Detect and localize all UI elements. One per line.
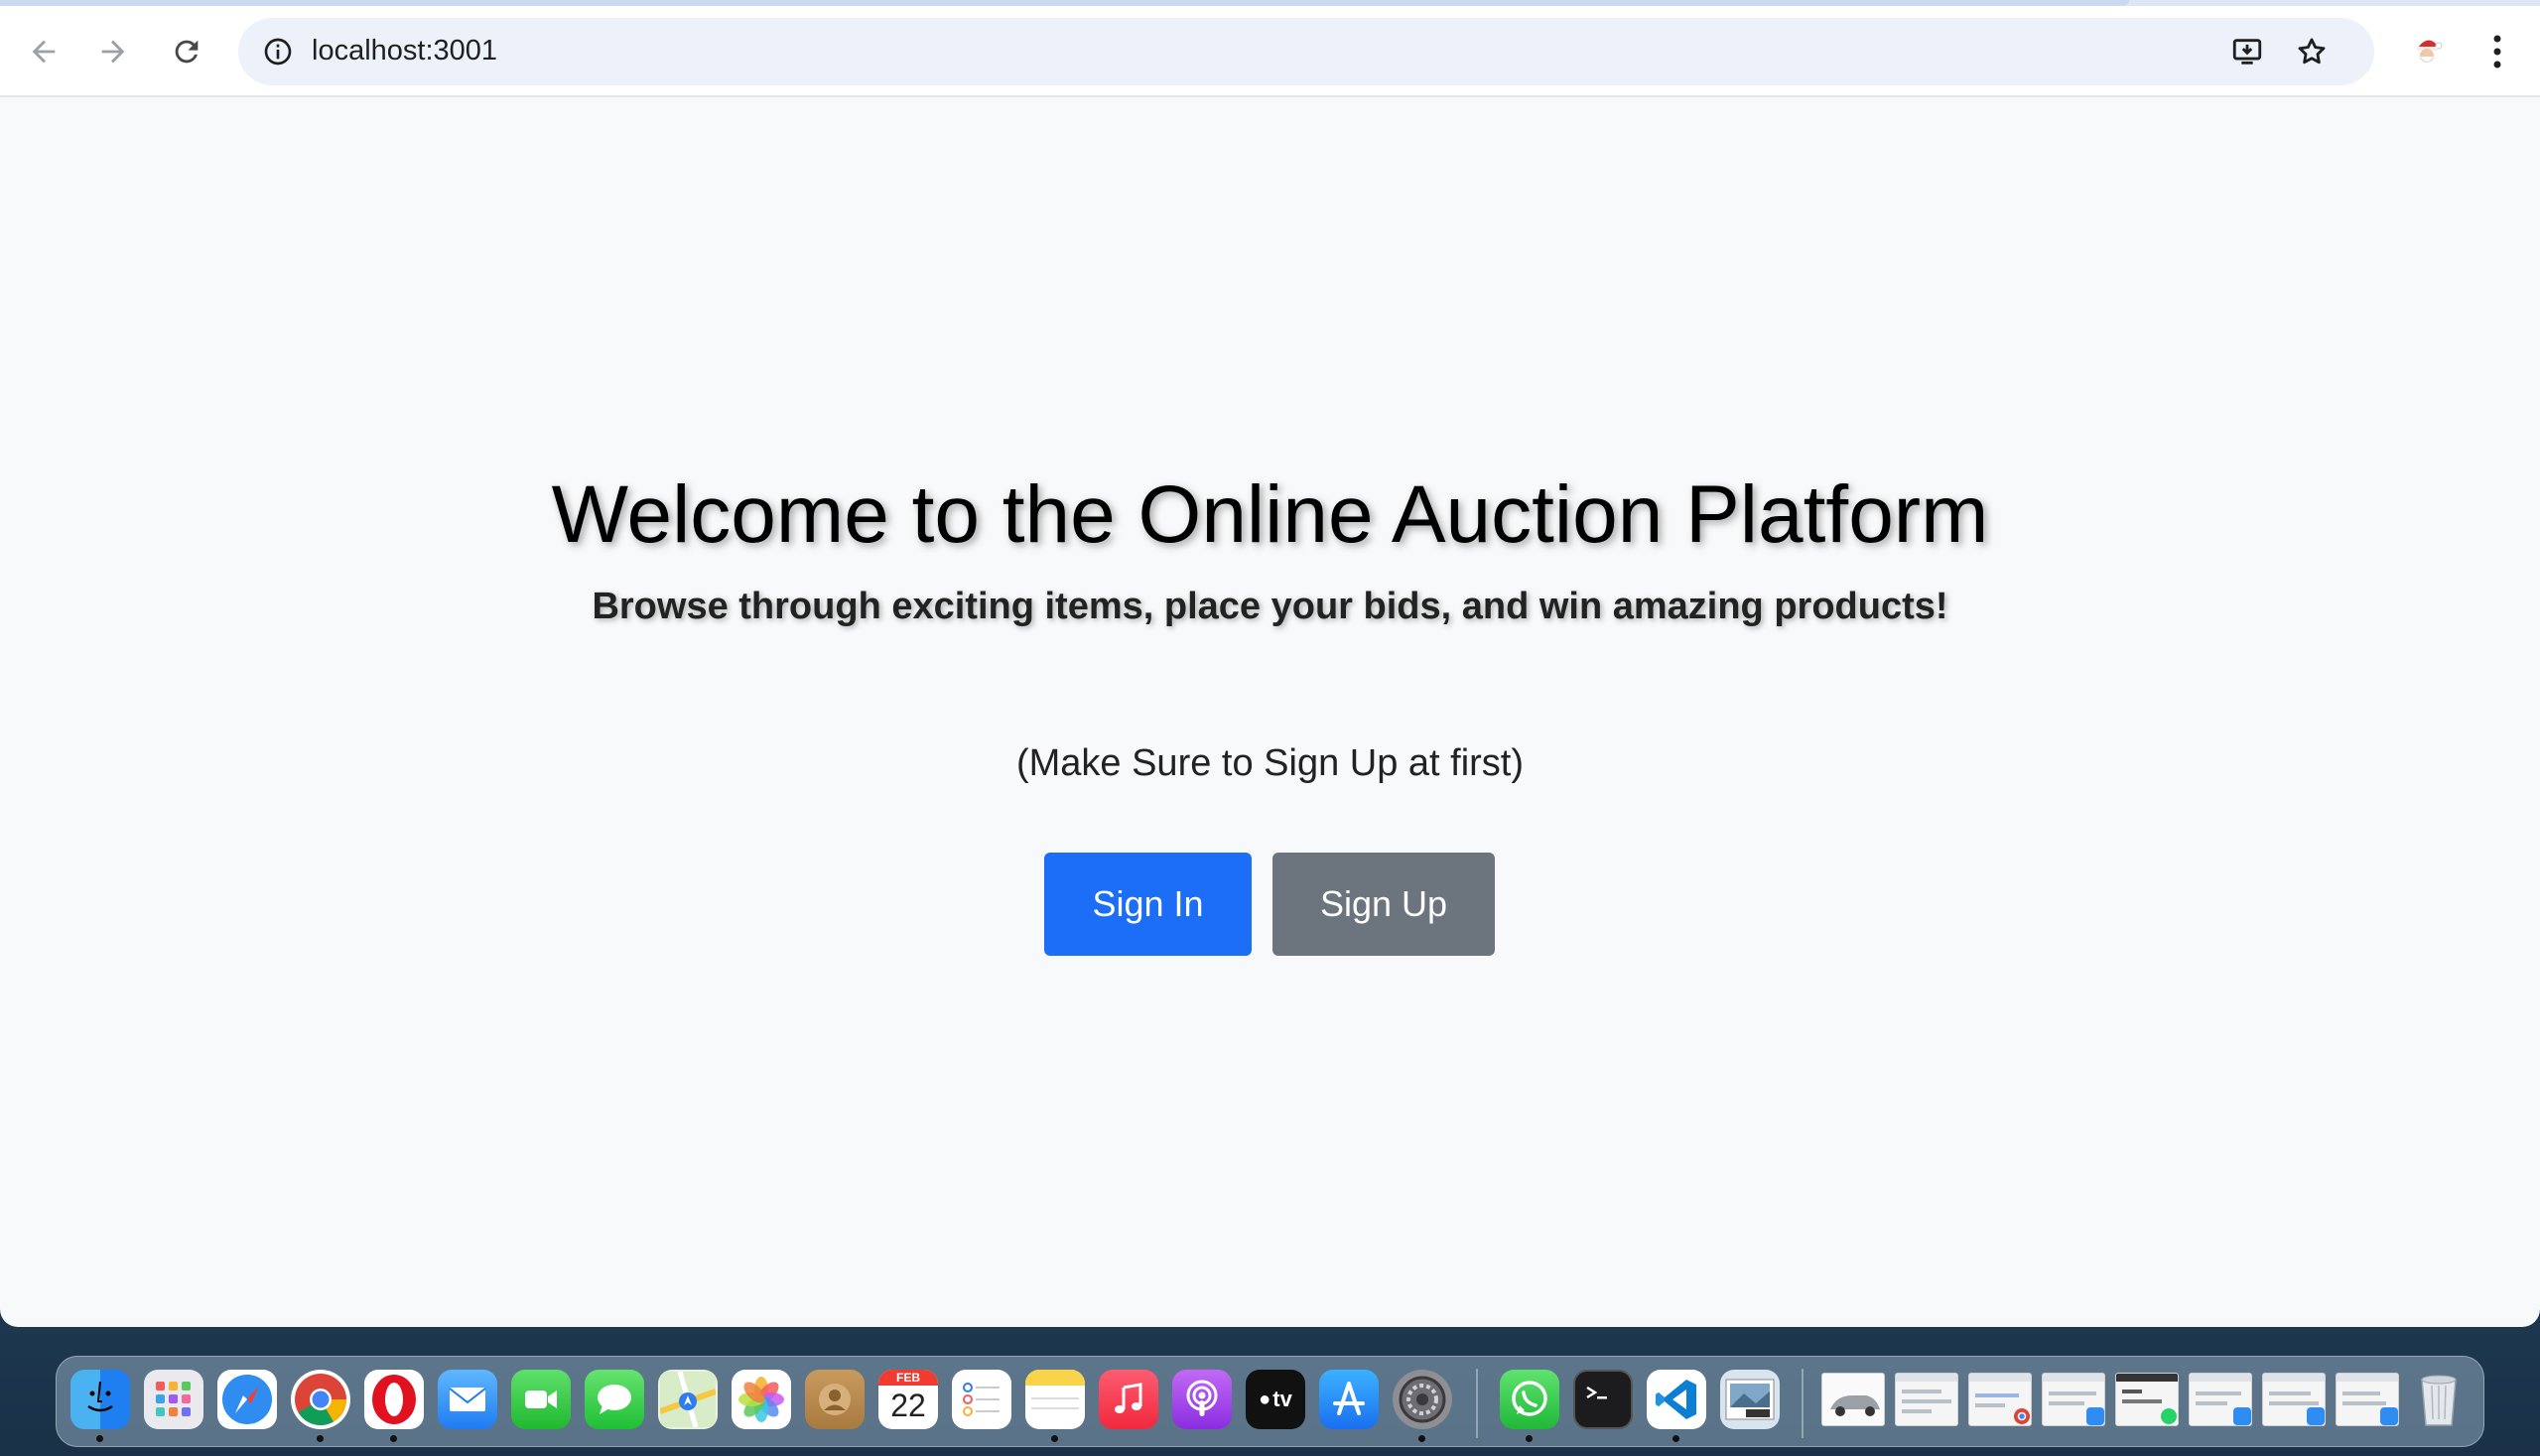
facetime-icon[interactable] bbox=[511, 1370, 571, 1429]
trash-icon[interactable] bbox=[2409, 1370, 2469, 1429]
browser-menu-button[interactable] bbox=[2473, 24, 2521, 79]
signup-note: (Make Sure to Sign Up at first) bbox=[1015, 742, 1525, 784]
page-title: Welcome to the Online Auction Platform bbox=[551, 469, 1989, 560]
santa-avatar-icon bbox=[2417, 40, 2443, 63]
settings-running-dot bbox=[1418, 1435, 1425, 1442]
music-icon[interactable] bbox=[1099, 1370, 1158, 1429]
url-text[interactable]: localhost:3001 bbox=[312, 35, 497, 67]
forward-button[interactable] bbox=[85, 24, 141, 79]
dock-separator bbox=[1476, 1369, 1478, 1438]
chrome-running-dot bbox=[317, 1435, 324, 1442]
minimized-window-thumbnail[interactable] bbox=[1968, 1373, 2032, 1426]
whatsapp-running-dot bbox=[1526, 1435, 1533, 1442]
notes-icon[interactable] bbox=[1025, 1370, 1085, 1429]
calendar-icon[interactable]: FEB 22 bbox=[878, 1370, 938, 1429]
page-subtitle: Browse through exciting items, place you… bbox=[592, 586, 1948, 627]
back-button[interactable] bbox=[16, 24, 71, 79]
preview-icon[interactable] bbox=[1720, 1370, 1780, 1429]
arrow-right-icon bbox=[101, 40, 125, 64]
messages-icon[interactable] bbox=[585, 1370, 644, 1429]
launchpad-icon[interactable] bbox=[144, 1370, 203, 1429]
profile-avatar[interactable] bbox=[2406, 28, 2450, 71]
calendar-day: 22 bbox=[890, 1388, 926, 1423]
sign-in-button[interactable]: Sign In bbox=[1044, 853, 1252, 956]
finder-badge-icon bbox=[2380, 1407, 2398, 1425]
opera-icon[interactable] bbox=[364, 1370, 424, 1429]
mail-icon[interactable] bbox=[438, 1370, 497, 1429]
install-app-icon[interactable] bbox=[2223, 28, 2271, 75]
safari-icon[interactable] bbox=[217, 1370, 277, 1429]
finder-icon[interactable] bbox=[70, 1370, 130, 1429]
minimized-window-thumbnail[interactable] bbox=[2115, 1373, 2179, 1426]
minimized-window-thumbnail[interactable] bbox=[2262, 1373, 2326, 1426]
bookmark-star-icon[interactable] bbox=[2288, 28, 2336, 75]
reload-button[interactable] bbox=[159, 24, 214, 79]
notes-running-dot bbox=[1051, 1435, 1058, 1442]
minimized-window-thumbnail[interactable] bbox=[1895, 1373, 1958, 1426]
photos-icon[interactable] bbox=[732, 1370, 791, 1429]
vscode-icon[interactable] bbox=[1647, 1370, 1706, 1429]
minimized-window-thumbnail[interactable] bbox=[2336, 1373, 2399, 1426]
macos-dock: FEB 22 ● tv bbox=[56, 1356, 2484, 1447]
chrome-badge-icon bbox=[2014, 1408, 2030, 1424]
sign-up-button[interactable]: Sign Up bbox=[1272, 853, 1495, 956]
calendar-month: FEB bbox=[878, 1370, 938, 1386]
arrow-left-icon bbox=[32, 40, 56, 64]
address-bar[interactable]: localhost:3001 bbox=[238, 18, 2374, 85]
finder-badge-icon bbox=[2233, 1407, 2251, 1425]
whatsapp-badge-icon bbox=[2161, 1408, 2177, 1424]
site-info-icon[interactable] bbox=[254, 28, 302, 75]
whatsapp-icon[interactable] bbox=[1500, 1370, 1559, 1429]
vscode-running-dot bbox=[1672, 1435, 1679, 1442]
finder-badge-icon bbox=[2307, 1407, 2325, 1425]
browser-toolbar: localhost:3001 bbox=[0, 6, 2540, 97]
more-vertical-icon bbox=[2493, 35, 2501, 68]
minimized-window-thumbnail[interactable] bbox=[2042, 1373, 2105, 1426]
tv-label: tv bbox=[1272, 1387, 1292, 1411]
opera-running-dot bbox=[390, 1435, 397, 1442]
maps-icon[interactable] bbox=[658, 1370, 718, 1429]
reload-icon bbox=[175, 40, 199, 64]
browser-window: localhost:3001 Welcome to the Online Auc… bbox=[0, 0, 2540, 1327]
podcasts-icon[interactable] bbox=[1172, 1370, 1232, 1429]
finder-badge-icon bbox=[2086, 1407, 2104, 1425]
app-store-icon[interactable] bbox=[1319, 1370, 1379, 1429]
contacts-icon[interactable] bbox=[805, 1370, 865, 1429]
apple-tv-icon[interactable]: ● tv bbox=[1246, 1370, 1305, 1429]
minimized-window-thumbnail[interactable] bbox=[2189, 1373, 2252, 1426]
system-settings-icon[interactable] bbox=[1393, 1370, 1452, 1429]
minimized-window-thumbnail[interactable] bbox=[1821, 1373, 1885, 1426]
reminders-icon[interactable] bbox=[952, 1370, 1011, 1429]
page-content: Welcome to the Online Auction Platform B… bbox=[0, 99, 2540, 1327]
dock-separator bbox=[1802, 1369, 1804, 1438]
finder-running-dot bbox=[96, 1435, 103, 1442]
terminal-icon[interactable] bbox=[1573, 1370, 1633, 1429]
chrome-icon[interactable] bbox=[291, 1370, 350, 1429]
